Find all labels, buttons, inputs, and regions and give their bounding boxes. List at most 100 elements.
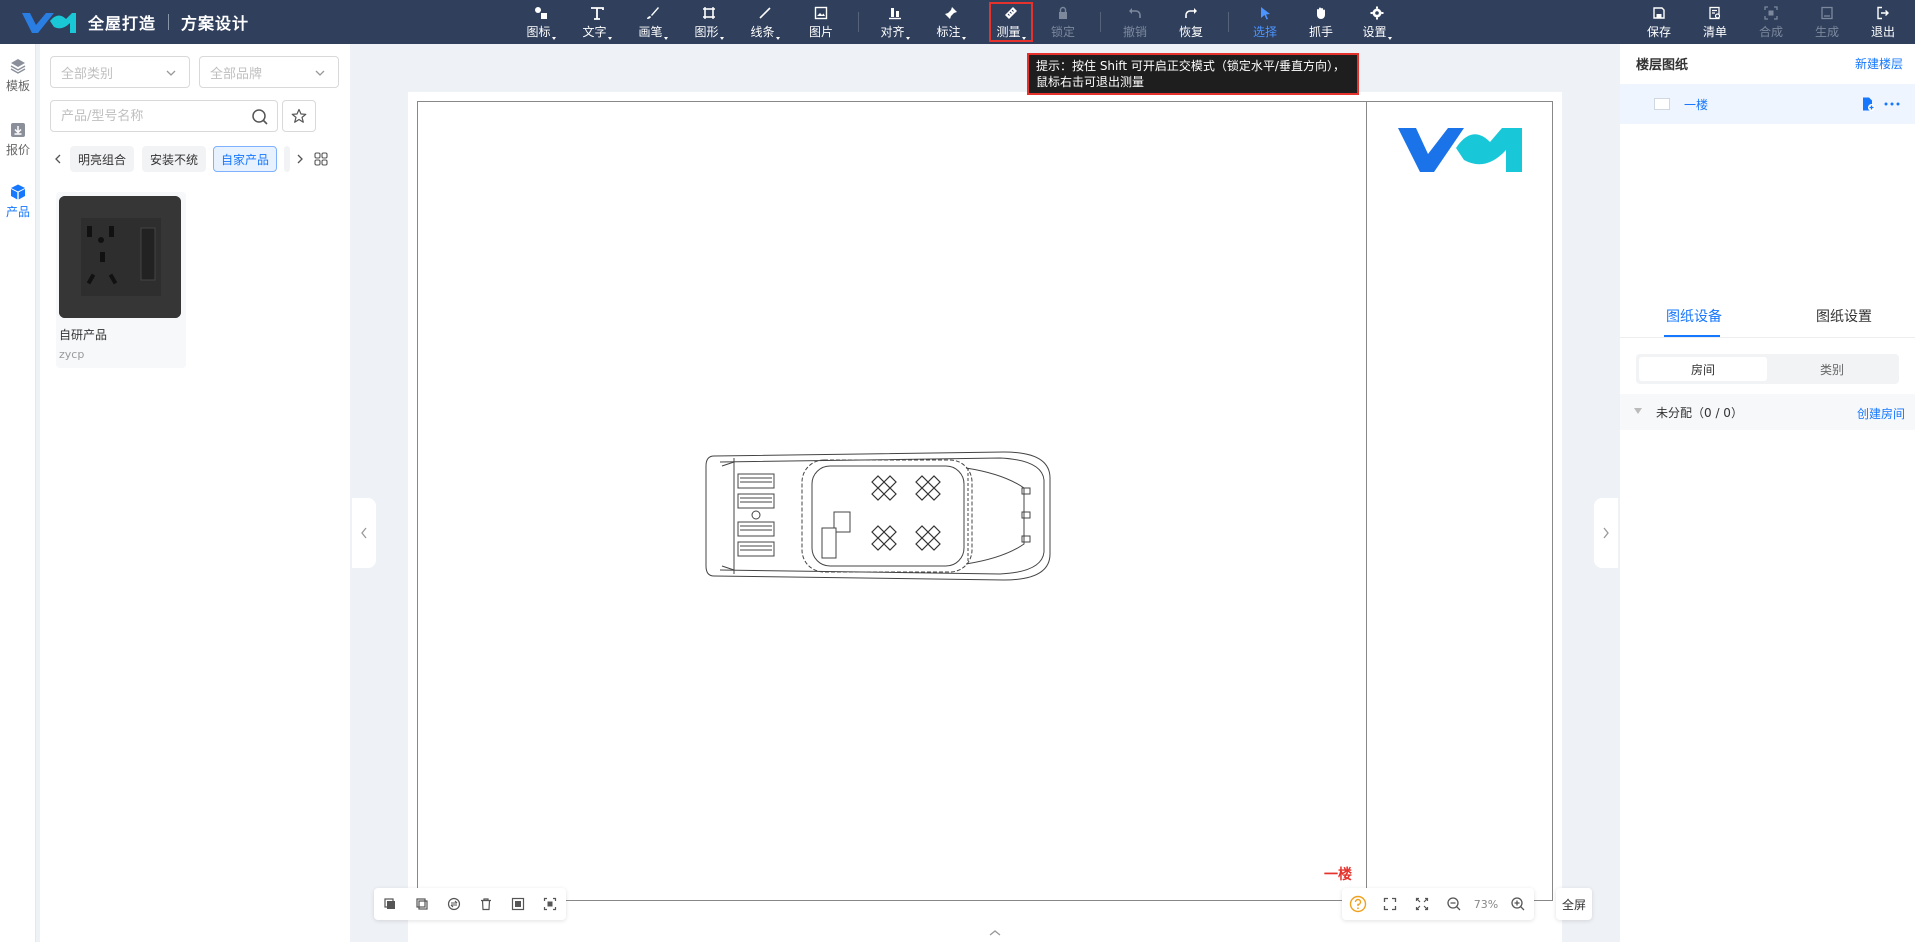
undo-button[interactable]: 撤销 [1110,0,1160,44]
annotate-tool-button[interactable]: 标注 [926,0,976,44]
segment-category[interactable]: 类别 [1768,357,1896,381]
shapes-icon [533,5,549,21]
help-icon [1349,895,1367,913]
line-tool-button[interactable]: 线条 [740,0,790,44]
undo-icon [1127,5,1143,21]
brush-tool-button[interactable]: 画笔 [628,0,678,44]
chip-own-products[interactable]: 自家产品 [213,146,278,172]
toolbar-divider [858,12,859,32]
collapse-right-panel-button[interactable] [1594,498,1618,568]
rail-label-product: 产品 [5,204,30,219]
more-icon[interactable] [1884,102,1900,106]
grid-icon [314,152,328,166]
collapse-left-panel-button[interactable] [352,498,376,568]
replace-button[interactable] [438,888,470,920]
floor-item-label: 一楼 [1684,98,1709,112]
expand-arrows-icon [1415,897,1429,911]
image-tool-button[interactable]: 图片 [796,0,846,44]
hand-tool-button[interactable]: 抓手 [1296,0,1346,44]
create-room-link[interactable]: 创建房间 [1857,405,1905,422]
swap-icon [447,897,461,911]
group-button[interactable] [502,888,534,920]
zoom-in-button[interactable] [1502,888,1534,920]
generate-label: 生成 [1814,24,1839,39]
settings-button[interactable]: 设置 [1352,0,1402,44]
lock-icon [1055,5,1071,21]
fullscreen-label: 全屏 [1562,897,1587,912]
fit-view-button[interactable] [1374,888,1406,920]
add-sheet-icon[interactable] [1860,96,1876,112]
cursor-arrow-icon [1257,5,1273,21]
align-tool-button[interactable]: 对齐 [870,0,920,44]
floor-item[interactable]: 一楼 [1620,84,1915,124]
generate-button[interactable]: 生成 [1802,0,1852,44]
bring-front-button[interactable] [374,888,406,920]
tab-sheet-devices[interactable]: 图纸设备 [1666,306,1722,326]
chip-install[interactable]: 安装不统 [142,146,207,172]
text-tool-button[interactable]: 文字 [572,0,622,44]
list-button[interactable]: 清单 [1690,0,1740,44]
save-icon [1651,5,1667,21]
star-icon [291,108,307,123]
edit-toolbar [374,888,566,920]
socket-switch-image [59,196,181,318]
delete-button[interactable] [470,888,502,920]
chevron-up-icon [989,930,1001,936]
hand-tool-label: 抓手 [1308,24,1333,39]
icon-tool-button[interactable]: 图标 [516,0,566,44]
compose-button[interactable]: 合成 [1746,0,1796,44]
hand-icon [1313,5,1329,21]
segment-room[interactable]: 房间 [1639,357,1767,381]
annotate-tool-label: 标注 [936,23,965,40]
vehicle-floorplan[interactable] [704,448,1052,584]
floor-panel: 楼层图纸 新建楼层 一楼 图纸设备 图纸设置 房间 类别 未分配（0 / 0） … [1620,44,1915,942]
brand-select[interactable]: 全部品牌 [199,56,339,88]
toolbar-divider [1100,12,1101,32]
fit-screen-icon [1383,897,1397,911]
chevron-down-icon [315,70,325,76]
save-button[interactable]: 保存 [1634,0,1684,44]
redo-button[interactable]: 恢复 [1166,0,1216,44]
icon-tool-label: 图标 [526,23,555,40]
chip-partial[interactable] [284,146,290,172]
favorites-button[interactable] [282,100,316,132]
brush-tool-label: 画笔 [638,23,667,40]
tab-sheet-settings[interactable]: 图纸设置 [1816,306,1872,326]
chip-bright-combo[interactable]: 明亮组合 [70,146,135,172]
ungroup-button[interactable] [534,888,566,920]
search-icon[interactable] [251,108,269,126]
drawing-sheet[interactable] [408,92,1562,942]
unassigned-group[interactable]: 未分配（0 / 0） 创建房间 [1620,394,1915,430]
ruler-icon [1003,5,1019,21]
brand-divider [168,14,170,30]
rail-label-template: 模板 [5,78,30,93]
drawing-canvas[interactable] [352,44,1618,942]
brand-logo-icon [20,9,76,35]
chips-prev-button[interactable] [50,149,66,169]
product-card[interactable]: 自研产品 zycp [56,192,186,368]
fullscreen-button[interactable]: 全屏 [1556,888,1593,920]
image-icon [813,5,829,21]
product-search-input[interactable] [51,101,241,131]
expand-view-button[interactable] [1406,888,1438,920]
title-block-divider [1366,102,1367,900]
exit-button[interactable]: 退出 [1858,0,1908,44]
expand-bottom-button[interactable] [962,924,1028,942]
lock-tool-button[interactable]: 锁定 [1038,0,1088,44]
rail-item-product[interactable]: 产品 [0,176,36,226]
shape-tool-button[interactable]: 图形 [684,0,734,44]
chips-next-button[interactable] [292,149,308,169]
undo-label: 撤销 [1122,24,1147,39]
send-back-button[interactable] [406,888,438,920]
layers-icon [10,58,26,74]
text-icon [589,5,605,21]
new-floor-link[interactable]: 新建楼层 [1855,55,1903,72]
category-select[interactable]: 全部类别 [50,56,190,88]
zoom-out-button[interactable] [1438,888,1470,920]
rail-item-quote[interactable]: 报价 [0,114,36,164]
measure-tool-button[interactable]: 测量 [989,2,1033,42]
grid-view-button[interactable] [312,149,330,169]
help-button[interactable] [1342,888,1374,920]
rail-item-template[interactable]: 模板 [0,50,36,100]
select-tool-button[interactable]: 选择 [1240,0,1290,44]
